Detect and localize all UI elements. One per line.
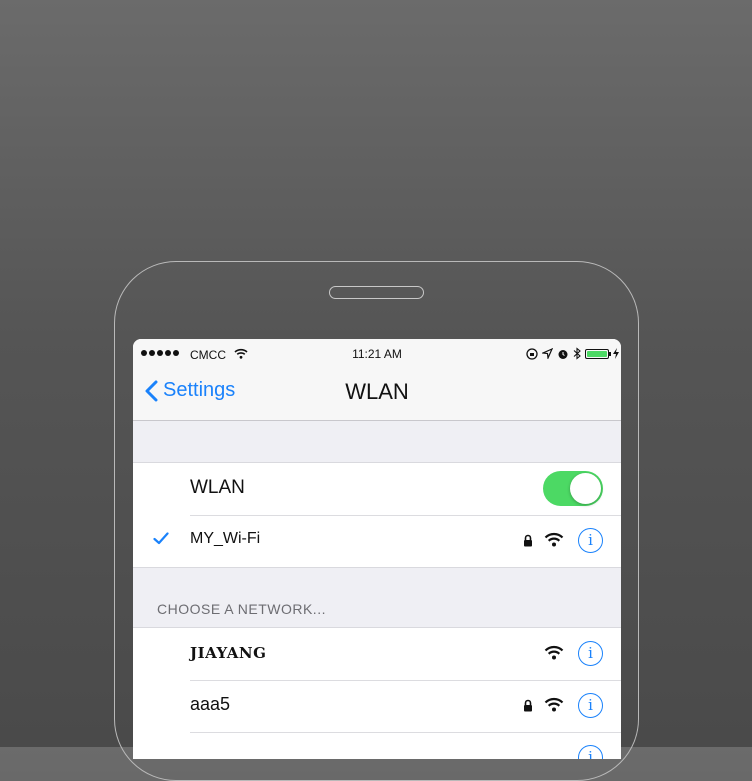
battery-icon [585,348,611,359]
page-title: WLAN [345,379,409,404]
network-name: JIAYANG [190,644,267,662]
wlan-settings-group: WLAN MY_Wi-Fi i [133,462,621,568]
checkmark-icon [153,532,169,545]
wlan-toggle-switch[interactable] [543,471,603,506]
bluetooth-icon [573,347,581,360]
status-bar: CMCC 11:21 AM [133,339,621,369]
lock-rotation-icon [526,347,538,360]
info-icon[interactable]: i [578,528,603,553]
network-name: aaa5 [190,694,231,714]
wifi-signal-icon [544,532,564,547]
info-icon[interactable]: i [578,641,603,666]
network-row-partial[interactable]: i [133,732,621,759]
network-list: JIAYANG i aaa5 i i [133,627,621,759]
location-icon [542,348,553,359]
lock-icon [524,534,532,547]
connected-network-name: MY_Wi-Fi [190,530,261,547]
connected-network-row[interactable]: MY_Wi-Fi i [133,515,621,567]
wlan-toggle-label: WLAN [190,477,245,498]
navigation-bar: Settings WLAN [133,369,621,421]
network-row-jiayang[interactable]: JIAYANG i [133,628,621,680]
alarm-icon [558,349,568,359]
phone-screen: CMCC 11:21 AM Settings WLAN WLAN MY_Wi-F… [133,339,621,759]
wifi-signal-icon [544,645,564,660]
wlan-toggle-row: WLAN [133,463,621,515]
wifi-signal-icon [544,697,564,712]
lock-icon [524,699,532,712]
choose-network-header: CHOOSE A NETWORK... [157,601,326,617]
network-row-aaa5[interactable]: aaa5 i [133,680,621,732]
phone-speaker [329,286,424,299]
charging-icon [613,348,619,359]
info-icon[interactable]: i [578,745,603,759]
info-icon[interactable]: i [578,693,603,718]
